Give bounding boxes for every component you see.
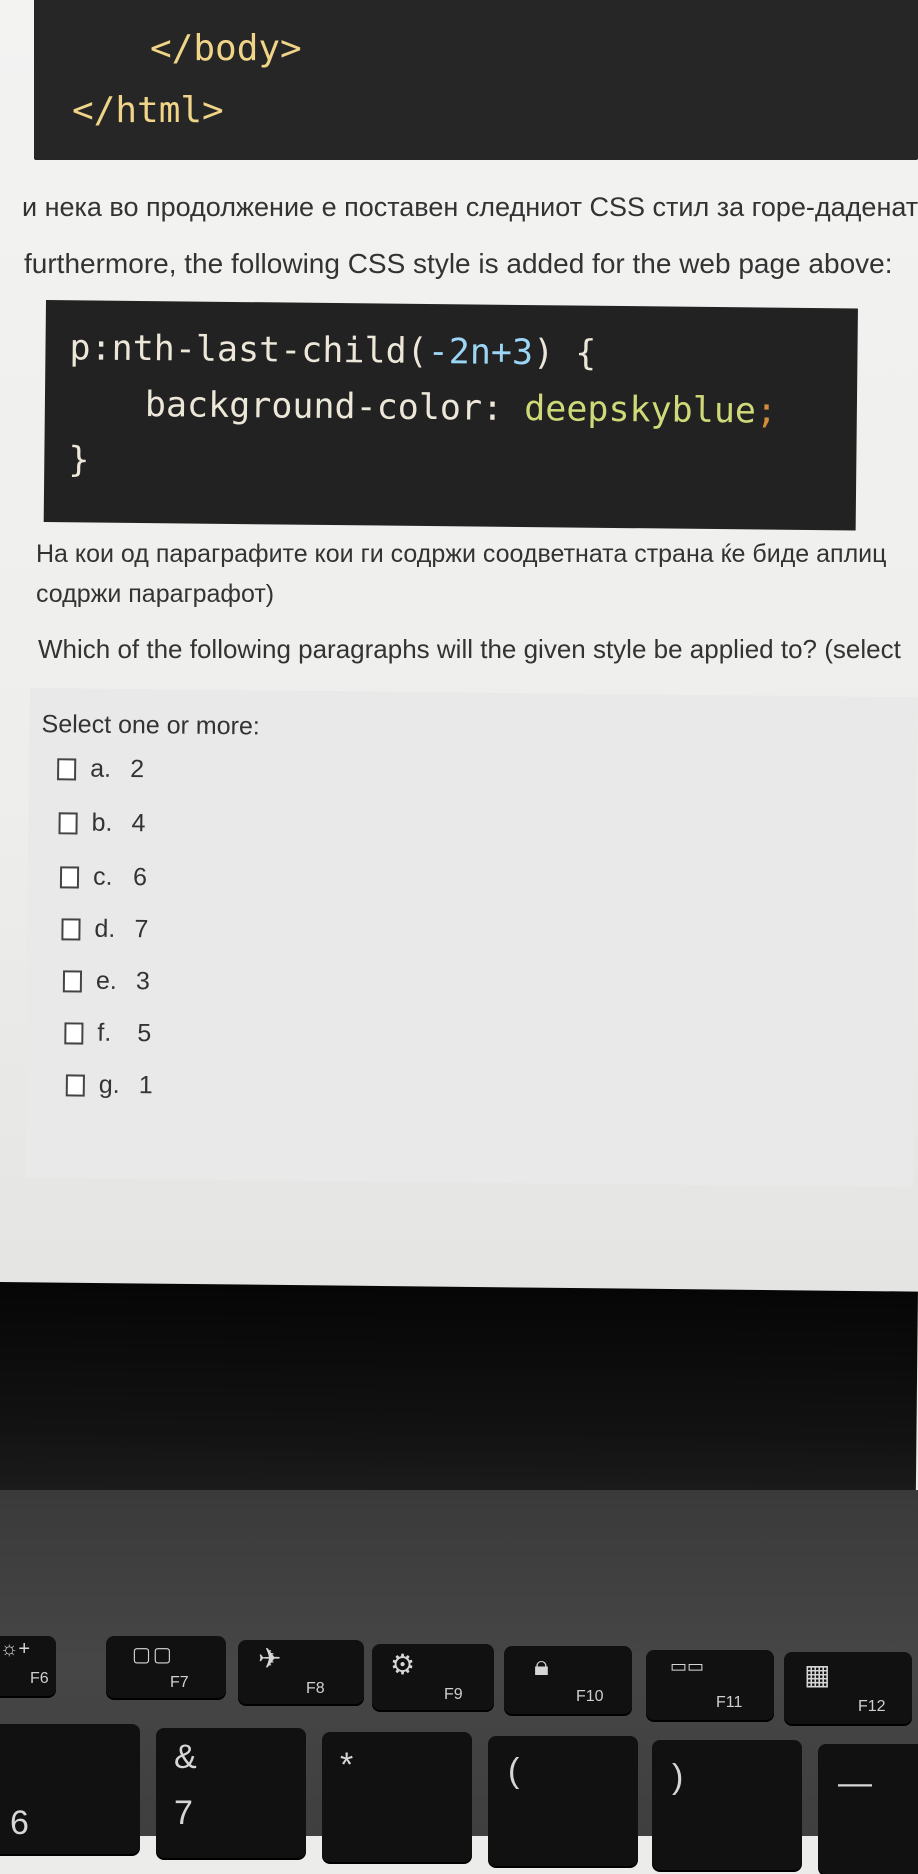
key-symbol: 6 <box>10 1804 29 1842</box>
key-label: F10 <box>576 1688 604 1705</box>
option-checkbox[interactable] <box>61 917 81 941</box>
option-checkbox[interactable] <box>65 1073 85 1097</box>
select-prompt: Select one or more: <box>41 710 260 741</box>
key-7[interactable]: & 7 <box>156 1728 306 1858</box>
css-property: background-color: <box>144 385 525 430</box>
code-line-body-close: </body> <box>150 28 302 69</box>
css-close-brace: } <box>68 440 90 481</box>
calculator-icon: ▦ <box>804 1659 831 1690</box>
key-f10[interactable]: 🔒︎ F10 <box>504 1646 632 1714</box>
option-value: 3 <box>135 967 150 996</box>
key-symbol: 7 <box>174 1794 193 1832</box>
html-code-block: </body> </html> <box>34 0 918 160</box>
option-letter: e. <box>95 966 117 995</box>
key-f12[interactable]: ▦ F12 <box>784 1652 912 1724</box>
brightness-up-icon: ☼+ <box>0 1638 31 1660</box>
question-text-mk-2: содржи параграфот) <box>36 580 275 608</box>
key-symbol: * <box>340 1746 354 1784</box>
key-label: F8 <box>306 1680 325 1697</box>
answer-box: Select one or more: a. 2 b. 4 c. 6 d. 7 … <box>24 688 918 1188</box>
key-symbol: & <box>174 1738 197 1776</box>
option-checkbox[interactable] <box>62 969 83 993</box>
key-label: F9 <box>444 1686 463 1703</box>
code-line-html-close: </html> <box>72 90 224 131</box>
key-f11[interactable]: ▭▭ F11 <box>646 1650 774 1720</box>
option-a[interactable]: a. 2 <box>57 754 144 784</box>
key-f6[interactable]: ☼+ F6 <box>0 1636 56 1696</box>
option-e[interactable]: e. 3 <box>62 966 150 996</box>
key-label: F6 <box>30 1670 49 1687</box>
option-checkbox[interactable] <box>58 811 78 835</box>
option-letter: d. <box>94 914 116 943</box>
option-value: 4 <box>131 809 146 838</box>
css-code-block: p:nth-last-child(-2n+3) { background-col… <box>43 300 858 531</box>
question-text-mk-1: На кои од параграфите кои ги содржи соод… <box>36 540 887 568</box>
option-letter: a. <box>90 754 112 783</box>
key-0[interactable]: ) <box>652 1740 802 1870</box>
option-value: 7 <box>134 915 149 944</box>
option-letter: g. <box>98 1070 120 1099</box>
option-letter: f. <box>97 1018 112 1047</box>
settings-gear-icon: ⚙ <box>390 1649 416 1680</box>
css-selector: p:nth-last-child( <box>69 328 428 372</box>
option-value: 5 <box>137 1019 152 1048</box>
option-b[interactable]: b. 4 <box>58 808 146 838</box>
option-g[interactable]: g. 1 <box>65 1070 153 1100</box>
css-semicolon: ; <box>755 391 778 432</box>
option-checkbox[interactable] <box>59 865 80 889</box>
key-label: F12 <box>858 1698 886 1715</box>
key-symbol: — <box>838 1764 872 1802</box>
option-value: 6 <box>132 863 148 892</box>
option-value: 2 <box>130 755 145 784</box>
key-label: F7 <box>170 1674 189 1691</box>
option-f[interactable]: f. 5 <box>64 1018 151 1048</box>
key-f7[interactable]: ▢▢ F7 <box>106 1636 226 1698</box>
question-text-en: Which of the following paragraphs will t… <box>38 634 901 664</box>
option-letter: c. <box>92 862 113 891</box>
option-d[interactable]: d. 7 <box>61 914 149 944</box>
laptop-keyboard: ☼+ F6 ▢▢ F7 ✈ F8 ⚙ F9 🔒︎ F10 ▭▭ F11 ▦ F1… <box>0 1490 918 1874</box>
key-label: F11 <box>716 1694 743 1711</box>
key-9[interactable]: ( <box>488 1736 638 1866</box>
intro-text-en: furthermore, the following CSS style is … <box>24 248 893 279</box>
option-letter: b. <box>91 808 113 837</box>
key-8[interactable]: * <box>322 1732 472 1862</box>
option-c[interactable]: c. 6 <box>59 862 148 892</box>
key-f8[interactable]: ✈ F8 <box>238 1640 364 1704</box>
css-selector-arg: -2n+3 <box>427 332 534 374</box>
key-minus[interactable]: — <box>818 1744 918 1874</box>
keyboard-icon: ▭▭ <box>670 1656 705 1676</box>
airplane-mode-icon: ✈ <box>258 1643 282 1674</box>
css-declaration-line: background-color: deepskyblue; <box>145 385 778 432</box>
option-checkbox[interactable] <box>64 1021 84 1045</box>
option-value: 1 <box>138 1071 153 1100</box>
css-selector-end: ) { <box>532 333 597 374</box>
display-switch-icon: ▢▢ <box>132 1644 174 1666</box>
key-f9[interactable]: ⚙ F9 <box>372 1644 494 1710</box>
monitor-screen: </body> </html> и нека во продолжение е … <box>0 0 918 1310</box>
key-6[interactable]: 6 <box>0 1724 140 1854</box>
css-selector-line: p:nth-last-child(-2n+3) { <box>69 328 596 374</box>
css-value: deepskyblue <box>523 389 757 432</box>
lock-icon: 🔒︎ <box>534 1650 549 1681</box>
key-symbol: ( <box>508 1752 520 1790</box>
option-checkbox[interactable] <box>57 757 77 780</box>
intro-text-mk: и нека во продолжение е поставен следнио… <box>22 192 918 222</box>
key-symbol: ) <box>672 1758 684 1796</box>
